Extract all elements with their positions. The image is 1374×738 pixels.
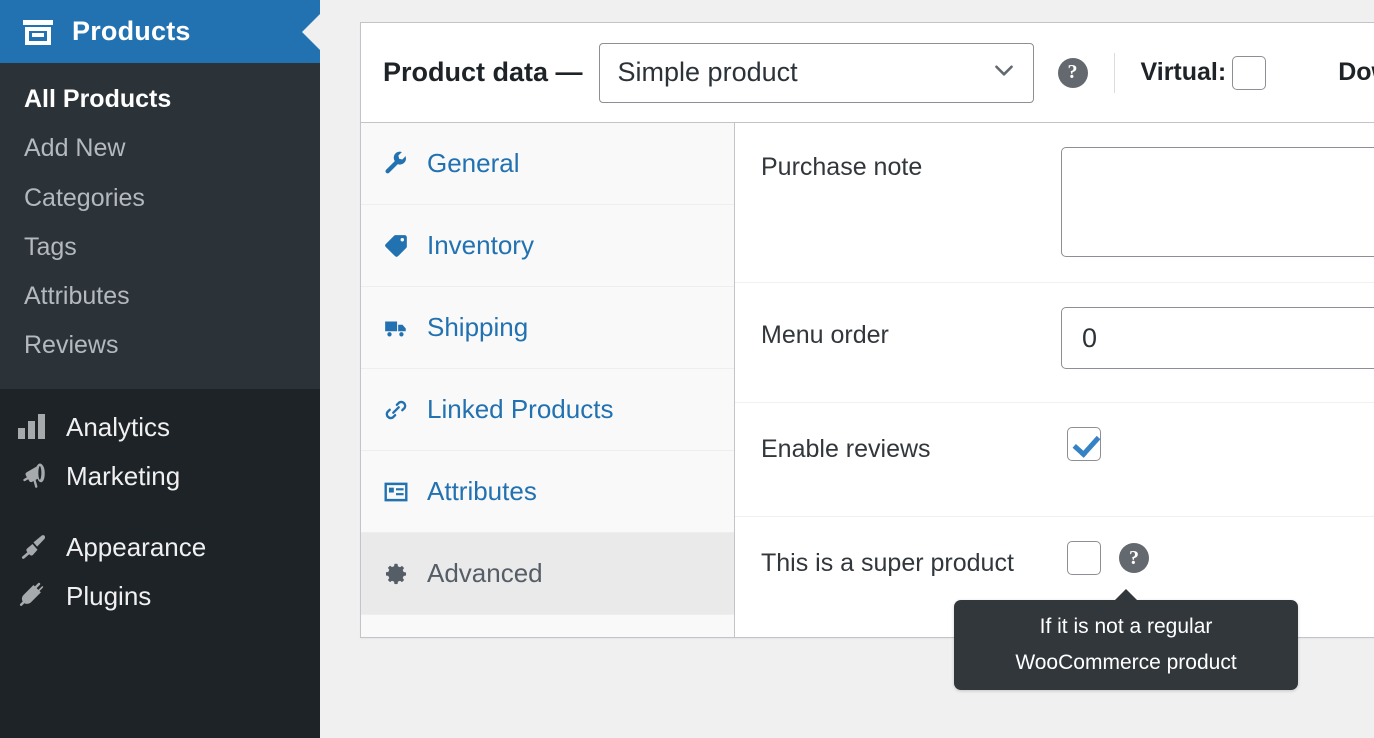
gear-icon xyxy=(383,561,409,587)
enable-reviews-label: Enable reviews xyxy=(761,435,931,463)
field-row-menu-order: Menu order 0 xyxy=(735,283,1374,403)
sidebar-item-analytics[interactable]: Analytics xyxy=(0,403,320,452)
sidebar-item-tags[interactable]: Tags xyxy=(0,223,320,272)
product-data-header: Product data — Simple product ? Virtual:… xyxy=(361,23,1374,123)
product-type-help-icon[interactable]: ? xyxy=(1057,57,1088,88)
super-product-tooltip: If it is not a regular WooCommerce produ… xyxy=(954,600,1298,690)
tab-inventory-label: Inventory xyxy=(427,230,534,260)
megaphone-icon xyxy=(18,461,48,491)
sidebar-menu-products[interactable]: Products xyxy=(0,0,320,63)
products-submenu: All Products Add New Categories Tags Att… xyxy=(0,63,320,389)
super-product-help-icon[interactable]: ? xyxy=(1119,543,1149,573)
list-card-icon xyxy=(383,479,409,505)
sidebar-item-add-new[interactable]: Add New xyxy=(0,124,320,173)
tag-icon xyxy=(383,233,409,259)
menu-order-label: Menu order xyxy=(761,321,889,349)
tab-inventory[interactable]: Inventory xyxy=(361,205,734,287)
purchase-note-input[interactable] xyxy=(1061,147,1374,257)
field-row-purchase-note: Purchase note xyxy=(735,123,1374,283)
header-divider xyxy=(1113,52,1115,93)
downloadable-label: Down xyxy=(1338,58,1374,86)
sidebar-menu-products-label: Products xyxy=(72,16,191,46)
tooltip-line-1: If it is not a regular xyxy=(1039,614,1213,638)
product-data-tabs: General Inventory Shipping Linked Produc… xyxy=(361,123,735,637)
sidebar-item-analytics-label: Analytics xyxy=(66,411,171,442)
products-box-icon xyxy=(22,16,54,48)
tab-linked-products-label: Linked Products xyxy=(427,394,614,424)
tab-attributes-label: Attributes xyxy=(427,476,537,506)
panel-title: Product data — xyxy=(383,57,583,87)
super-product-label: This is a super product xyxy=(761,549,1014,577)
main-menu: Analytics Marketing Appearance Plugins xyxy=(0,389,320,622)
product-data-body: General Inventory Shipping Linked Produc… xyxy=(361,123,1374,637)
tab-advanced[interactable]: Advanced xyxy=(361,533,734,615)
tab-general[interactable]: General xyxy=(361,123,734,205)
analytics-bars-icon xyxy=(18,412,48,442)
advanced-fields: Purchase note Menu order 0 Enable review… xyxy=(735,123,1374,637)
sidebar-item-appearance-label: Appearance xyxy=(66,531,207,562)
sidebar-item-attributes[interactable]: Attributes xyxy=(0,272,320,321)
tooltip-line-2: WooCommerce product xyxy=(1015,651,1237,674)
plug-icon xyxy=(18,582,48,612)
enable-reviews-checkbox[interactable] xyxy=(1067,427,1101,461)
sidebar-item-categories[interactable]: Categories xyxy=(0,174,320,223)
menu-separator xyxy=(0,501,320,523)
field-row-enable-reviews: Enable reviews xyxy=(735,403,1374,517)
super-product-checkbox[interactable] xyxy=(1067,541,1101,575)
paintbrush-icon xyxy=(18,532,48,562)
menu-order-input[interactable]: 0 xyxy=(1061,307,1374,369)
tab-linked-products[interactable]: Linked Products xyxy=(361,369,734,451)
purchase-note-label: Purchase note xyxy=(761,153,923,181)
sidebar-item-appearance[interactable]: Appearance xyxy=(0,523,320,572)
sidebar-active-arrow xyxy=(302,13,320,50)
tab-shipping-label: Shipping xyxy=(427,312,529,342)
link-icon xyxy=(383,397,409,423)
tab-advanced-label: Advanced xyxy=(427,558,543,588)
sidebar-item-reviews[interactable]: Reviews xyxy=(0,321,320,370)
sidebar-item-plugins-label: Plugins xyxy=(66,581,152,612)
product-data-panel: Product data — Simple product ? Virtual:… xyxy=(360,22,1374,638)
admin-sidebar: Products All Products Add New Categories… xyxy=(0,0,320,738)
sidebar-item-marketing-label: Marketing xyxy=(66,460,181,491)
virtual-label: Virtual: xyxy=(1140,58,1227,86)
tab-attributes[interactable]: Attributes xyxy=(361,451,734,533)
tab-shipping[interactable]: Shipping xyxy=(361,287,734,369)
wrench-icon xyxy=(383,151,409,177)
truck-icon xyxy=(383,315,409,341)
virtual-checkbox[interactable] xyxy=(1232,55,1267,90)
sidebar-item-marketing[interactable]: Marketing xyxy=(0,452,320,501)
sidebar-item-all-products[interactable]: All Products xyxy=(0,75,320,124)
tab-general-label: General xyxy=(427,148,520,178)
product-type-select[interactable]: Simple product xyxy=(598,42,1034,103)
product-type-value: Simple product xyxy=(617,57,798,87)
sidebar-item-plugins[interactable]: Plugins xyxy=(0,572,320,621)
chevron-down-icon xyxy=(991,57,1017,88)
